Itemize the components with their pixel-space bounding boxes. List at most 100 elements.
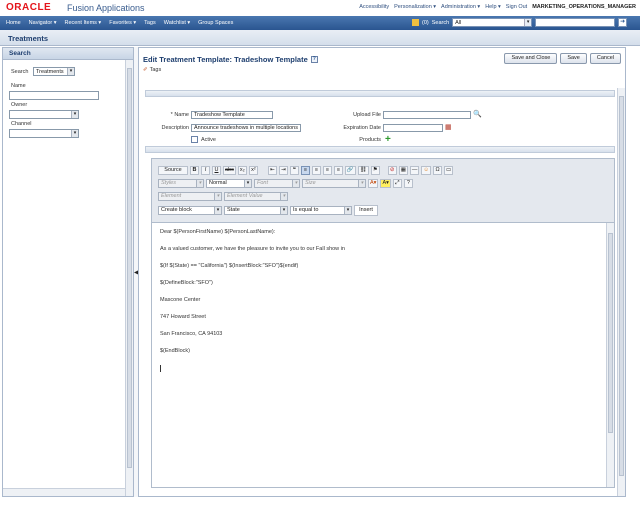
format-select[interactable]: Normal ▾	[206, 179, 252, 188]
global-search-input[interactable]	[535, 18, 616, 27]
link-accessibility[interactable]: Accessibility	[359, 4, 389, 10]
nav-tags[interactable]: Tags	[144, 20, 156, 26]
scroll-thumb[interactable]	[608, 233, 613, 433]
calendar-icon[interactable]: ▦	[445, 123, 452, 131]
styles-select[interactable]: Styles ▾	[158, 179, 204, 188]
table-button[interactable]: ▦	[398, 166, 408, 175]
font-select[interactable]: Font ▾	[254, 179, 300, 188]
name-input[interactable]	[9, 91, 99, 100]
editor-line: As a valued customer, we have the pleasu…	[160, 246, 345, 252]
left-horizontal-scrollbar[interactable]	[3, 488, 125, 496]
nav-navigator[interactable]: Navigator ▾	[29, 20, 57, 26]
cancel-button[interactable]: Cancel	[589, 53, 621, 64]
edit-template-title: Edit Treatment Template: Tradeshow Templ…	[143, 55, 308, 64]
state-select[interactable]: State ▾	[224, 206, 288, 215]
background-color-button[interactable]: A▾	[380, 179, 391, 188]
search-icon[interactable]: 🔍	[473, 110, 482, 118]
search-type-value: Treatments	[36, 69, 64, 75]
smiley-button[interactable]: ☺	[421, 166, 432, 175]
link-button[interactable]: 🔗	[344, 166, 356, 175]
align-right-button[interactable]: ≡	[322, 166, 332, 175]
search-scope-select[interactable]: All ▾	[452, 18, 533, 27]
name-field[interactable]: Tradeshow Template	[191, 111, 273, 119]
add-product-icon[interactable]: +	[385, 134, 391, 145]
link-personalization[interactable]: Personalization ▾	[394, 4, 436, 10]
link-help[interactable]: Help ▾	[485, 4, 501, 10]
align-center-button[interactable]: ≡	[311, 166, 321, 175]
source-button[interactable]: Source	[158, 166, 188, 175]
editor-line: 747 Howard Street	[160, 314, 206, 320]
search-panel-title: Search	[3, 48, 133, 60]
unlink-button[interactable]: ⛓	[357, 166, 369, 175]
help-icon[interactable]: ?	[310, 56, 318, 63]
editor-content[interactable]: Dear $(PersonFirstName) $(PersonLastName…	[160, 229, 600, 372]
page-break-button[interactable]: ▭	[444, 166, 454, 175]
scroll-thumb[interactable]	[127, 68, 132, 468]
owner-label: Owner	[11, 102, 28, 108]
upload-file-input[interactable]	[383, 111, 471, 119]
maximize-button[interactable]: ⤢	[392, 179, 402, 188]
page-title-bar: Treatments	[0, 30, 640, 46]
tags-label: Tags	[149, 67, 162, 73]
global-links: Accessibility Personalization ▾ Administ…	[359, 4, 636, 10]
search-go-icon[interactable]: ➜	[618, 18, 628, 27]
create-block-select[interactable]: Create block ▾	[158, 206, 222, 215]
element-select[interactable]: Element ▾	[158, 192, 222, 201]
anchor-button[interactable]: ⚑	[370, 166, 380, 175]
main-vertical-scrollbar[interactable]	[617, 88, 625, 496]
watchlist-icon[interactable]	[412, 19, 419, 26]
indent-button[interactable]: ⇥	[278, 166, 288, 175]
left-vertical-scrollbar[interactable]	[125, 60, 133, 496]
product-name: Fusion Applications	[67, 3, 145, 13]
editor-line: Dear $(PersonFirstName) $(PersonLastName…	[160, 229, 276, 235]
channel-select[interactable]: ▾	[9, 129, 79, 138]
bold-button[interactable]: B	[190, 166, 199, 175]
expiration-date-input[interactable]	[383, 124, 443, 132]
operator-select[interactable]: Is equal to ▾	[290, 206, 352, 215]
chevron-down-icon: ▾	[214, 207, 221, 214]
nav-favorites[interactable]: Favorites ▾	[109, 20, 136, 26]
search-scope-value: All	[455, 19, 462, 26]
text-color-button[interactable]: A▾	[368, 179, 379, 188]
editor-scrollbar[interactable]	[606, 223, 614, 487]
link-sign-out[interactable]: Sign Out	[506, 4, 527, 10]
page-title: Treatments	[8, 34, 49, 43]
save-button[interactable]: Save	[560, 53, 587, 64]
editor-line: Mascone Center	[160, 297, 201, 303]
blockquote-button[interactable]: ❝	[289, 166, 299, 175]
nav-watchlist[interactable]: Watchlist ▾	[164, 20, 190, 26]
chevron-down-icon: ▾	[196, 180, 203, 187]
save-and-close-button[interactable]: Save and Close	[504, 53, 558, 64]
size-select[interactable]: Size ▾	[302, 179, 366, 188]
chevron-down-icon: ▾	[244, 180, 251, 187]
tags-link[interactable]: ✐ Tags	[143, 67, 161, 73]
owner-select[interactable]: ▾	[9, 110, 79, 119]
element-value-select[interactable]: Element Value ▾	[224, 192, 288, 201]
template-form: * Name Tradeshow Template Description An…	[145, 100, 615, 148]
active-checkbox[interactable]	[191, 136, 198, 143]
watchlist-count: (0)	[422, 19, 429, 26]
search-type-select[interactable]: Treatments ▾	[33, 67, 75, 76]
superscript-button[interactable]: x²	[248, 166, 258, 175]
scroll-thumb[interactable]	[619, 96, 624, 476]
insert-button[interactable]: Insert	[354, 205, 378, 216]
justify-button[interactable]: ≡	[333, 166, 343, 175]
special-char-button[interactable]: Ω	[433, 166, 443, 175]
description-label: Description	[161, 125, 189, 131]
upload-file-label: Upload File	[353, 112, 381, 118]
underline-button[interactable]: U	[212, 166, 221, 175]
horizontal-line-button[interactable]: —	[409, 166, 420, 175]
flash-button[interactable]: ⊘	[387, 166, 397, 175]
description-field[interactable]: Announce tradeshows in multiple location…	[191, 124, 301, 132]
italic-button[interactable]: I	[201, 166, 210, 175]
subscript-button[interactable]: x₂	[237, 166, 247, 175]
align-left-button[interactable]: ≡	[300, 166, 310, 175]
nav-group-spaces[interactable]: Group Spaces	[198, 20, 233, 26]
name-label: Name	[11, 83, 26, 89]
link-administration[interactable]: Administration ▾	[441, 4, 480, 10]
nav-home[interactable]: Home	[6, 20, 21, 26]
help-button[interactable]: ?	[403, 179, 413, 188]
strikethrough-button[interactable]: abc	[223, 166, 236, 175]
nav-recent-items[interactable]: Recent Items ▾	[65, 20, 102, 26]
outdent-button[interactable]: ⇤	[267, 166, 277, 175]
